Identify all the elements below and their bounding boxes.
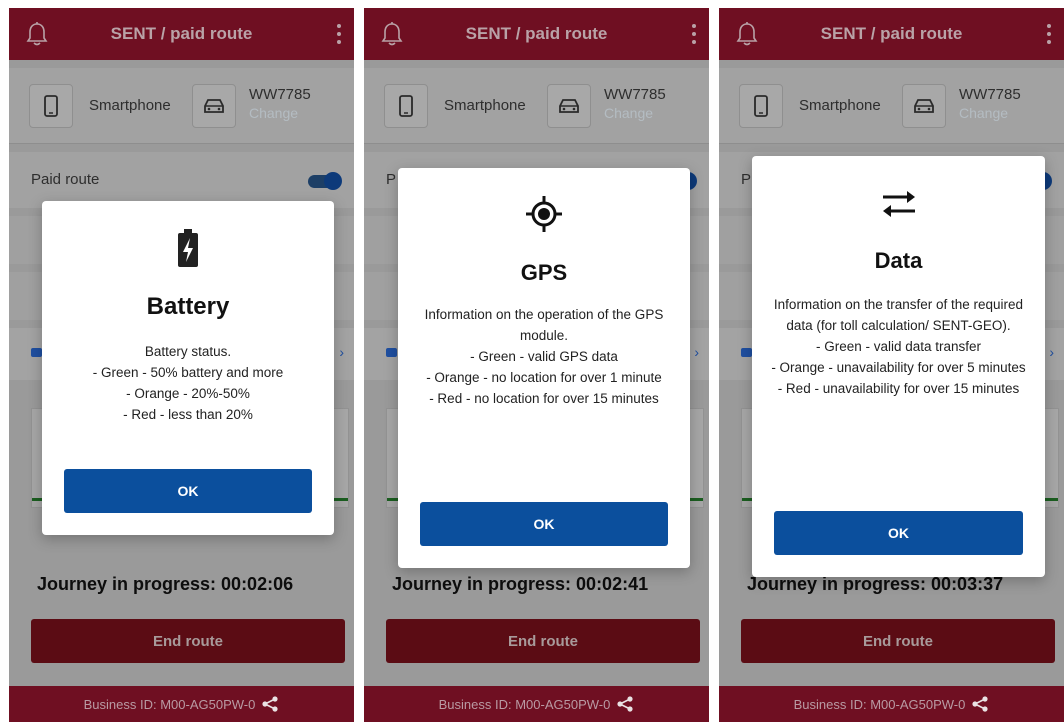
device-selector: Smartphone WW7785 Change — [364, 68, 709, 144]
dialog-title: GPS — [520, 260, 568, 285]
journey-timer: Journey in progress: 00:03:37 — [747, 574, 1004, 594]
data-transfer-icon — [882, 191, 915, 217]
device-selector: Smartphone WW7785 Change — [9, 68, 354, 144]
device-label: Smartphone — [444, 97, 526, 114]
toggle-knob — [324, 172, 342, 190]
paid-route-label: P — [741, 171, 752, 188]
end-route-button[interactable]: End route — [31, 619, 345, 663]
top-bar: SENT / paid route — [9, 8, 354, 60]
plate-number: WW7785 — [249, 86, 311, 103]
change-link[interactable]: Change — [249, 105, 298, 121]
paid-route-label: P — [386, 171, 397, 188]
device-label: Smartphone — [89, 97, 171, 114]
status-icon — [741, 348, 752, 357]
dialog-title: Battery — [146, 293, 230, 320]
smartphone-button[interactable] — [29, 84, 73, 128]
vehicle-button[interactable] — [902, 84, 946, 128]
paid-route-row: Paid route — [9, 152, 354, 208]
dialog-line: Information on the transfer of the requi… — [773, 297, 1024, 333]
dialog-text: Battery status. - Green - 50% battery an… — [42, 341, 334, 425]
smartphone-icon — [754, 95, 768, 117]
paid-route-label: Paid route — [31, 171, 100, 188]
smartphone-icon — [44, 95, 58, 117]
journey-timer: Journey in progress: 00:02:41 — [392, 574, 649, 594]
smartphone-button[interactable] — [384, 84, 428, 128]
device-label: Smartphone — [799, 97, 881, 114]
plate-number: WW7785 — [604, 86, 666, 103]
gps-target-icon — [526, 196, 562, 232]
battery-charging-icon — [178, 229, 198, 267]
chevron-right-icon: › — [1049, 344, 1054, 360]
chevron-right-icon: › — [694, 344, 699, 360]
dialog-text: Information on the transfer of the requi… — [752, 294, 1045, 399]
change-link[interactable]: Change — [604, 105, 653, 121]
more-menu-icon[interactable] — [334, 22, 344, 46]
footer: Business ID: M00-AG50PW-0 — [9, 686, 354, 722]
dialog-line: - Green - 50% battery and more — [92, 365, 284, 380]
data-dialog: Data Information on the transfer of the … — [752, 156, 1045, 577]
vehicle-button[interactable] — [547, 84, 591, 128]
dialog-text: Information on the operation of the GPS … — [398, 304, 690, 409]
footer: Business ID: M00-AG50PW-0 — [719, 686, 1064, 722]
ok-button[interactable]: OK — [64, 469, 312, 513]
share-icon[interactable] — [971, 695, 989, 713]
battery-dialog: Battery Battery status. - Green - 50% ba… — [42, 201, 334, 535]
gps-dialog: GPS Information on the operation of the … — [398, 168, 690, 568]
business-id: Business ID: M00-AG50PW-0 — [438, 696, 611, 712]
smartphone-icon — [399, 95, 413, 117]
business-id: Business ID: M00-AG50PW-0 — [83, 696, 256, 712]
bell-icon[interactable] — [25, 21, 49, 47]
more-menu-icon[interactable] — [689, 22, 699, 46]
business-id: Business ID: M00-AG50PW-0 — [793, 696, 966, 712]
car-icon — [914, 99, 934, 113]
change-link[interactable]: Change — [959, 105, 1008, 121]
top-bar: SENT / paid route — [364, 8, 709, 60]
dialog-line: - Green - valid data transfer — [815, 339, 982, 354]
ok-button[interactable]: OK — [774, 511, 1023, 555]
bell-icon[interactable] — [735, 21, 759, 47]
paid-route-toggle[interactable] — [308, 172, 342, 190]
share-icon[interactable] — [261, 695, 279, 713]
dialog-line: - Orange - unavailability for over 5 min… — [771, 360, 1026, 375]
dialog-line: - Red - no location for over 15 minutes — [429, 391, 659, 406]
chevron-right-icon: › — [339, 344, 344, 360]
dialog-title: Data — [874, 248, 923, 273]
status-icon — [31, 348, 42, 357]
dialog-line: - Orange - no location for over 1 minute — [426, 370, 662, 385]
dialog-line: - Orange - 20%-50% — [126, 386, 250, 401]
app-title: SENT / paid route — [465, 24, 608, 43]
app-title: SENT / paid route — [110, 24, 253, 43]
share-icon[interactable] — [616, 695, 634, 713]
vehicle-button[interactable] — [192, 84, 236, 128]
ok-button[interactable]: OK — [420, 502, 668, 546]
status-icon — [386, 348, 397, 357]
end-route-button[interactable]: End route — [741, 619, 1055, 663]
dialog-line: - Red - unavailability for over 15 minut… — [777, 381, 1020, 396]
plate-number: WW7785 — [959, 86, 1021, 103]
bell-icon[interactable] — [380, 21, 404, 47]
dialog-line: Battery status. — [144, 344, 232, 359]
journey-timer: Journey in progress: 00:02:06 — [37, 574, 294, 594]
dialog-line: Information on the operation of the GPS … — [424, 307, 664, 343]
car-icon — [559, 99, 579, 113]
smartphone-button[interactable] — [739, 84, 783, 128]
app-title: SENT / paid route — [820, 24, 963, 43]
footer: Business ID: M00-AG50PW-0 — [364, 686, 709, 722]
car-icon — [204, 99, 224, 113]
end-route-button[interactable]: End route — [386, 619, 700, 663]
top-bar: SENT / paid route — [719, 8, 1064, 60]
dialog-line: - Green - valid GPS data — [470, 349, 618, 364]
device-selector: Smartphone WW7785 Change — [719, 68, 1064, 144]
dialog-line: - Red - less than 20% — [123, 407, 253, 422]
more-menu-icon[interactable] — [1044, 22, 1054, 46]
